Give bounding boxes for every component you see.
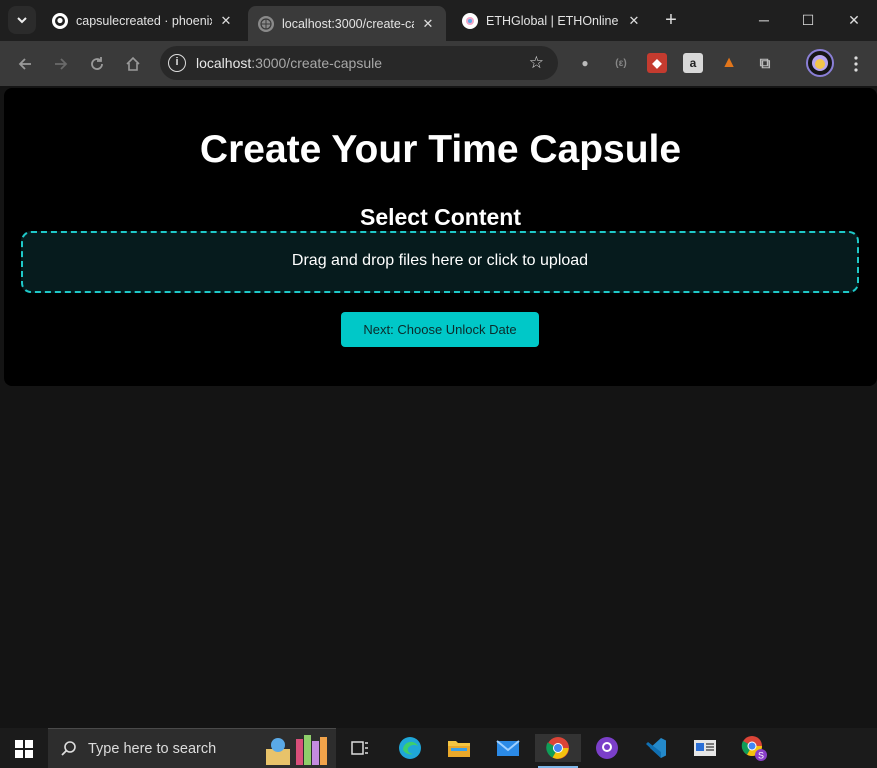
browser-tab-strip: capsulecreated · phoenix ✕ localhost:300… [0,0,877,41]
address-bar[interactable]: i localhost:3000/create-capsule ☆ [160,46,558,80]
vscode-icon[interactable] [642,734,670,762]
edge-icon[interactable] [396,734,424,762]
windows-start-icon[interactable] [8,736,40,762]
a-extension-icon[interactable]: a [683,53,703,73]
tab-localhost[interactable]: localhost:3000/create-cap ✕ [248,6,446,41]
close-tab-icon[interactable]: ✕ [626,13,642,29]
file-explorer-icon[interactable] [445,734,473,762]
task-view-icon[interactable] [346,734,374,762]
windows-taskbar: Type here to search S [0,728,877,768]
chrome-profile-icon[interactable]: S [740,734,768,762]
minimize-button[interactable]: ─ [750,8,778,32]
metamask-icon[interactable]: ▲ [719,53,739,73]
profile-avatar[interactable] [806,49,834,77]
home-icon[interactable] [122,53,144,75]
mail-icon[interactable] [494,734,522,762]
page-viewport: Create Your Time Capsule Select Content … [0,86,877,728]
tab-github[interactable]: capsulecreated · phoenix ✕ [42,6,244,36]
close-tab-icon[interactable]: ✕ [420,16,436,32]
ethglobal-icon [462,13,478,29]
browser-toolbar: i localhost:3000/create-capsule ☆ ● (ε) … [0,41,877,86]
url-host: localhost [196,55,252,71]
mouse-extension-icon[interactable]: ● [575,53,595,73]
svg-text:S: S [758,751,764,761]
taskbar-search-placeholder: Type here to search [88,740,217,757]
section-title: Select Content [359,204,522,230]
news-icon[interactable] [691,734,719,762]
wallet-extension-icon[interactable]: (ε) [611,53,631,73]
globe-icon [258,15,274,32]
url-path: :3000/create-capsule [251,55,383,71]
back-icon[interactable] [14,53,36,75]
github-icon [52,13,68,29]
menu-kebab-icon[interactable] [845,53,867,75]
reload-icon[interactable] [86,53,108,75]
url-text: localhost:3000/create-capsule [196,55,382,71]
tab-search-button[interactable] [8,6,36,34]
extensions-puzzle-icon[interactable]: ⧉ [755,53,775,73]
tab-title: capsulecreated · phoenix [76,14,212,28]
tab-title: ETHGlobal | ETHOnline 20 [486,14,620,28]
github-desktop-icon[interactable] [593,734,621,762]
chrome-icon[interactable] [535,734,581,768]
next-choose-unlock-date-button[interactable]: Next: Choose Unlock Date [341,312,539,347]
taskbar-search[interactable]: Type here to search [48,728,336,768]
close-tab-icon[interactable]: ✕ [218,13,234,29]
books-illustration-icon [266,735,327,765]
tab-ethglobal[interactable]: ETHGlobal | ETHOnline 20 ✕ [452,6,652,36]
site-info-icon[interactable]: i [168,54,186,72]
maximize-button[interactable]: ☐ [794,8,822,32]
bookmark-star-icon[interactable]: ☆ [529,53,544,73]
close-window-button[interactable]: ✕ [840,8,868,32]
tab-title: localhost:3000/create-cap [282,16,414,31]
page-title: Create Your Time Capsule [199,128,682,171]
red-extension-icon[interactable]: ◆ [647,53,667,73]
forward-icon[interactable] [50,53,72,75]
search-icon [61,740,76,756]
file-dropzone[interactable]: Drag and drop files here or click to upl… [21,231,859,293]
create-capsule-card: Create Your Time Capsule Select Content … [4,88,877,386]
new-tab-button[interactable]: + [660,10,682,32]
